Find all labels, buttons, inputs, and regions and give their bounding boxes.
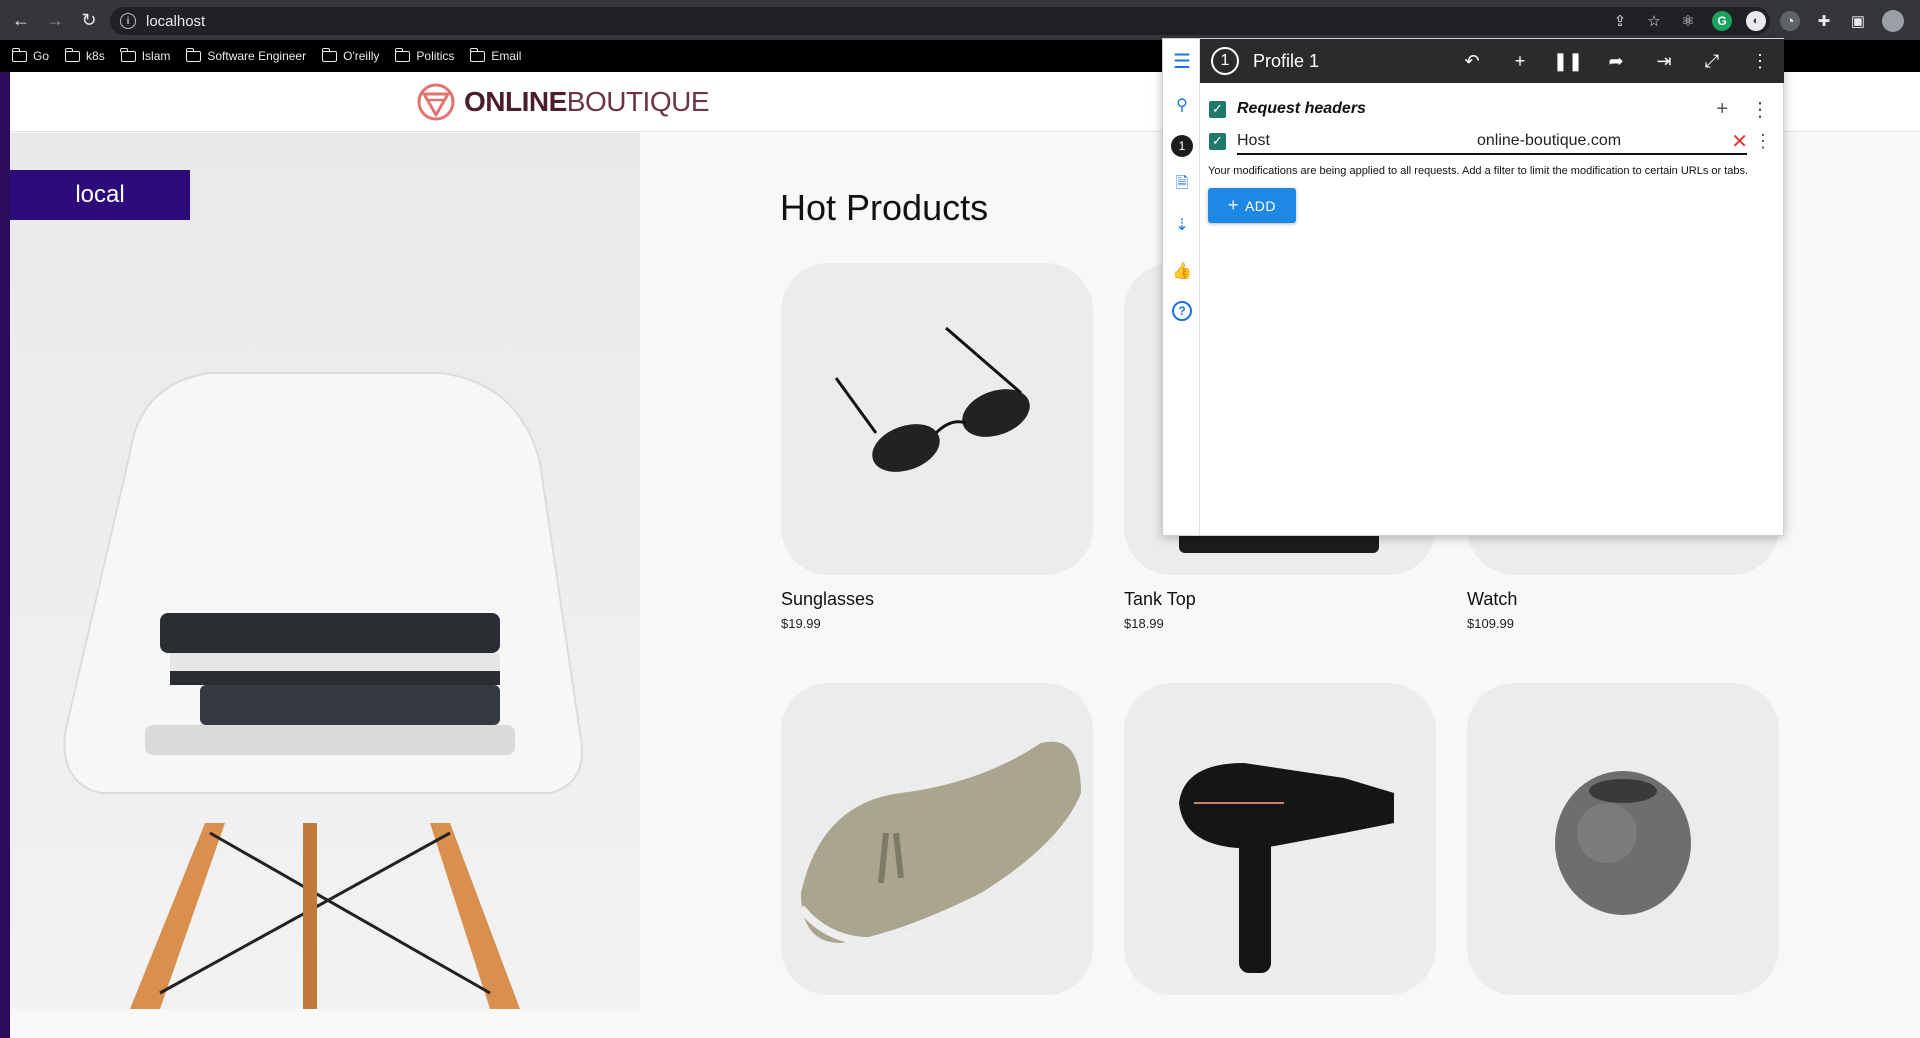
profile-badge[interactable]: 1: [1171, 135, 1193, 157]
expand-icon[interactable]: ⤢: [1700, 49, 1724, 73]
forward-icon[interactable]: →: [42, 7, 68, 33]
bookmark-politics[interactable]: Politics: [394, 47, 454, 63]
popup-body: ✓ Request headers + ⋮ ✓ Host online-bout…: [1200, 83, 1784, 223]
product-card[interactable]: Sunglasses $19.99: [781, 263, 1093, 631]
folder-icon: [469, 47, 486, 62]
popup-sidebar: ☰ ⚲ 1 🗎 ⇣ 👍 ?: [1163, 39, 1200, 535]
folder-icon: [394, 47, 411, 62]
product-image[interactable]: [1467, 683, 1779, 995]
browser-toolbar: ← → ↻ i localhost ⇪ ☆ ⚛ G ◐ ◔ ✚ ▣: [0, 0, 1920, 40]
folder-icon: [321, 47, 338, 62]
product-image[interactable]: [1124, 683, 1436, 995]
bookmark-k8s[interactable]: k8s: [64, 47, 105, 63]
product-image[interactable]: [781, 263, 1093, 575]
left-accent-strip: [0, 72, 10, 1038]
header-name-input[interactable]: Host: [1237, 132, 1437, 150]
bookmark-email[interactable]: Email: [469, 47, 521, 63]
browser-action-icons: ⇪ ☆ ⚛ G ◐ ◔ ✚ ▣: [1610, 7, 1920, 35]
folder-icon: [120, 47, 136, 62]
bookmark-star-icon[interactable]: ☆: [1644, 11, 1664, 31]
reload-icon[interactable]: ↻: [76, 7, 102, 33]
address-bar[interactable]: i localhost: [110, 7, 1770, 35]
folder-icon: [64, 47, 81, 62]
modheader-extension-icon[interactable]: ◔: [1780, 11, 1800, 31]
search-icon[interactable]: ⚲: [1172, 95, 1192, 115]
request-headers-title: Request headers: [1237, 100, 1366, 117]
back-icon[interactable]: ←: [8, 7, 34, 33]
site-logo[interactable]: ONLINEBOUTIQUE: [416, 82, 710, 122]
logo-wordmark: ONLINEBOUTIQUE: [464, 86, 710, 117]
add-header-icon[interactable]: +: [1716, 98, 1728, 121]
header-enabled-checkbox[interactable]: ✓: [1209, 132, 1226, 150]
section-actions: + ⋮: [1716, 97, 1770, 122]
input-underline: [1237, 153, 1747, 155]
add-page-icon[interactable]: 🗎: [1172, 175, 1192, 195]
pause-icon[interactable]: ❚❚: [1553, 49, 1583, 73]
sunglasses-image: [781, 263, 1093, 575]
product-price: $19.99: [781, 616, 821, 631]
bookmark-islam[interactable]: Islam: [120, 47, 170, 63]
undo-icon[interactable]: ↶: [1460, 49, 1484, 73]
grammarly-icon[interactable]: G: [1712, 11, 1732, 31]
add-filter-button[interactable]: + ADD: [1208, 188, 1296, 223]
loafers-image: [781, 683, 1093, 995]
product-card[interactable]: [781, 683, 1093, 1009]
import-icon[interactable]: ⇥: [1652, 49, 1676, 73]
request-headers-section: ✓ Request headers + ⋮: [1200, 93, 1784, 125]
extensions-puzzle-icon[interactable]: ✚: [1814, 11, 1834, 31]
header-more-icon[interactable]: ⋮: [1754, 131, 1772, 152]
menu-icon[interactable]: ☰: [1172, 51, 1192, 73]
remove-header-icon[interactable]: ✕: [1731, 129, 1748, 154]
product-name[interactable]: Watch: [1467, 589, 1779, 610]
site-info-icon[interactable]: i: [120, 13, 136, 29]
section-more-icon[interactable]: ⋮: [1750, 97, 1770, 122]
product-price: $18.99: [1124, 616, 1164, 631]
hair-dryer-image: [1124, 683, 1436, 995]
bookmark-software-engineer[interactable]: Software Engineer: [185, 47, 306, 63]
modheader-popup: ☰ ⚲ 1 🗎 ⇣ 👍 ? 1 Profile 1 ↶ + ❚❚ ➦ ⇥ ⤢ ⋮…: [1162, 38, 1784, 536]
add-button-label: ADD: [1244, 197, 1277, 214]
profile-name[interactable]: Profile 1: [1253, 51, 1319, 72]
share-icon[interactable]: ➦: [1604, 49, 1628, 73]
candle-holder-image: [1467, 683, 1779, 995]
hero-image: local: [10, 133, 640, 1009]
url-text[interactable]: localhost: [146, 13, 205, 30]
product-card[interactable]: [1467, 683, 1779, 1009]
plus-icon: +: [1227, 195, 1239, 215]
product-name[interactable]: Sunglasses: [781, 589, 1093, 610]
product-image[interactable]: [781, 683, 1093, 995]
help-icon[interactable]: ?: [1172, 301, 1192, 321]
share-icon[interactable]: ⇪: [1610, 11, 1630, 31]
extension-circle-icon[interactable]: ◐: [1746, 11, 1766, 31]
popup-toolbar: 1 Profile 1 ↶ + ❚❚ ➦ ⇥ ⤢ ⋮: [1200, 39, 1784, 83]
more-vert-icon[interactable]: ⋮: [1748, 49, 1772, 73]
section-title: Hot Products: [780, 187, 989, 228]
header-row: ✓ Host online-boutique.com ✕ ⋮: [1200, 125, 1784, 157]
side-panel-icon[interactable]: ▣: [1848, 11, 1868, 31]
product-name[interactable]: Tank Top: [1124, 589, 1436, 610]
react-devtools-icon[interactable]: ⚛: [1678, 11, 1698, 31]
thumbs-up-icon[interactable]: 👍: [1172, 261, 1192, 281]
folder-icon: [11, 47, 27, 62]
bookmark-oreilly[interactable]: O'reilly: [321, 47, 379, 63]
sort-icon[interactable]: ⇣: [1172, 215, 1192, 235]
folder-icon: [185, 47, 202, 62]
filter-note: Your modifications are being applied to …: [1208, 165, 1749, 177]
logo-icon: [417, 83, 455, 121]
add-icon[interactable]: +: [1508, 49, 1532, 73]
header-value-input[interactable]: online-boutique.com: [1477, 132, 1621, 150]
bookmark-go[interactable]: Go: [11, 47, 49, 63]
product-price: $109.99: [1467, 616, 1514, 631]
chair-illustration: [63, 372, 583, 1009]
profile-avatar[interactable]: [1882, 10, 1904, 32]
request-headers-checkbox[interactable]: ✓: [1209, 100, 1226, 118]
toolbar-actions: ↶ + ❚❚ ➦ ⇥ ⤢ ⋮: [1460, 39, 1772, 83]
profile-number[interactable]: 1: [1211, 47, 1239, 75]
product-card[interactable]: [1124, 683, 1436, 1009]
